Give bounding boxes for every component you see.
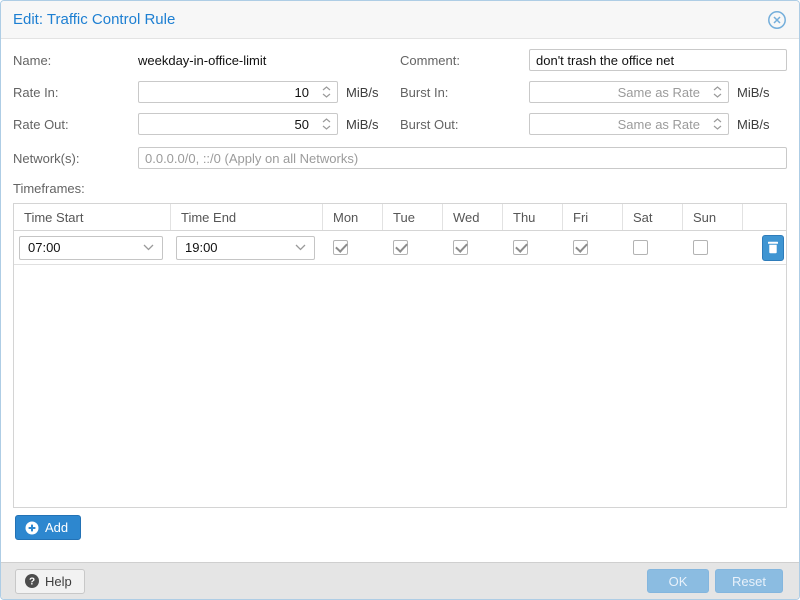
rate-out-spinner-icon[interactable] (322, 113, 331, 135)
name-value: weekday-in-office-limit (138, 53, 266, 68)
reset-button[interactable]: Reset (715, 569, 783, 593)
grid-empty-area (14, 265, 786, 507)
column-header-thu[interactable]: Thu (503, 204, 563, 230)
trash-icon (767, 241, 779, 254)
burst-out-row: Burst Out: MiB/s (400, 113, 787, 135)
time-end-combobox[interactable]: 19:00 (176, 236, 315, 260)
chevron-down-icon (295, 244, 306, 251)
dialog-body: Name: weekday-in-office-limit Rate In: M… (1, 39, 799, 562)
sat-checkbox[interactable] (633, 240, 648, 255)
time-end-value: 19:00 (185, 240, 218, 255)
column-header-sun[interactable]: Sun (683, 204, 743, 230)
dialog-footer: ? Help OK Reset (1, 562, 799, 599)
help-button-label: Help (45, 574, 72, 589)
burst-out-spinner-icon[interactable] (713, 113, 722, 135)
burst-out-spinwrap (529, 113, 729, 135)
edit-traffic-control-rule-dialog: Edit: Traffic Control Rule Name: weekday… (0, 0, 800, 600)
column-header-wed[interactable]: Wed (443, 204, 503, 230)
burst-in-spinwrap (529, 81, 729, 103)
burst-in-unit: MiB/s (737, 85, 770, 100)
thu-checkbox[interactable] (513, 240, 528, 255)
form-right-column: Comment: Burst In: MiB/s Burst (400, 49, 787, 145)
question-circle-icon: ? (25, 574, 39, 588)
svg-text:?: ? (29, 577, 35, 588)
wed-checkbox[interactable] (453, 240, 468, 255)
comment-input[interactable] (529, 49, 787, 71)
rate-in-label: Rate In: (13, 85, 138, 100)
rate-out-unit: MiB/s (346, 117, 379, 132)
rate-in-spinner-icon[interactable] (322, 81, 331, 103)
dialog-title: Edit: Traffic Control Rule (13, 11, 175, 28)
time-start-cell: 07:00 (14, 231, 171, 264)
add-button-label: Add (45, 520, 68, 535)
ok-button[interactable]: OK (647, 569, 709, 593)
burst-out-unit: MiB/s (737, 117, 770, 132)
help-button[interactable]: ? Help (15, 569, 85, 594)
form-top: Name: weekday-in-office-limit Rate In: M… (13, 49, 787, 145)
rate-out-input[interactable] (138, 113, 338, 135)
form-left-column: Name: weekday-in-office-limit Rate In: M… (13, 49, 400, 145)
rate-out-spinwrap (138, 113, 338, 135)
plus-circle-icon (25, 521, 39, 535)
column-header-fri[interactable]: Fri (563, 204, 623, 230)
timeframe-row: 07:00 19:00 (14, 231, 786, 265)
burst-out-input[interactable] (529, 113, 729, 135)
name-label: Name: (13, 53, 138, 68)
close-icon[interactable] (767, 10, 787, 30)
timeframes-label: Timeframes: (13, 181, 787, 196)
dialog-titlebar: Edit: Traffic Control Rule (1, 1, 799, 39)
add-row: Add (13, 514, 787, 562)
add-button[interactable]: Add (15, 515, 81, 540)
sun-checkbox[interactable] (693, 240, 708, 255)
delete-row-button[interactable] (762, 235, 784, 261)
rate-in-row: Rate In: MiB/s (13, 81, 400, 103)
burst-in-input[interactable] (529, 81, 729, 103)
timeframes-grid: Time Start Time End Mon Tue Wed Thu Fri … (13, 203, 787, 508)
chevron-down-icon (143, 244, 154, 251)
networks-label: Network(s): (13, 151, 138, 166)
tue-checkbox[interactable] (393, 240, 408, 255)
fri-checkbox[interactable] (573, 240, 588, 255)
burst-in-spinner-icon[interactable] (713, 81, 722, 103)
comment-row: Comment: (400, 49, 787, 71)
burst-in-row: Burst In: MiB/s (400, 81, 787, 103)
column-header-time-start[interactable]: Time Start (14, 204, 171, 230)
column-header-mon[interactable]: Mon (323, 204, 383, 230)
column-header-actions (743, 204, 786, 230)
time-start-value: 07:00 (28, 240, 61, 255)
rate-out-row: Rate Out: MiB/s (13, 113, 400, 135)
mon-checkbox[interactable] (333, 240, 348, 255)
grid-header: Time Start Time End Mon Tue Wed Thu Fri … (14, 204, 786, 231)
networks-input[interactable] (138, 147, 787, 169)
rate-in-spinwrap (138, 81, 338, 103)
column-header-sat[interactable]: Sat (623, 204, 683, 230)
name-row: Name: weekday-in-office-limit (13, 49, 400, 71)
burst-out-label: Burst Out: (400, 117, 529, 132)
rate-in-input[interactable] (138, 81, 338, 103)
networks-row: Network(s): (13, 147, 787, 169)
row-actions-cell (743, 231, 786, 264)
rate-in-unit: MiB/s (346, 85, 379, 100)
burst-in-label: Burst In: (400, 85, 529, 100)
time-start-combobox[interactable]: 07:00 (19, 236, 163, 260)
time-end-cell: 19:00 (171, 231, 323, 264)
rate-out-label: Rate Out: (13, 117, 138, 132)
column-header-tue[interactable]: Tue (383, 204, 443, 230)
comment-label: Comment: (400, 53, 529, 68)
column-header-time-end[interactable]: Time End (171, 204, 323, 230)
